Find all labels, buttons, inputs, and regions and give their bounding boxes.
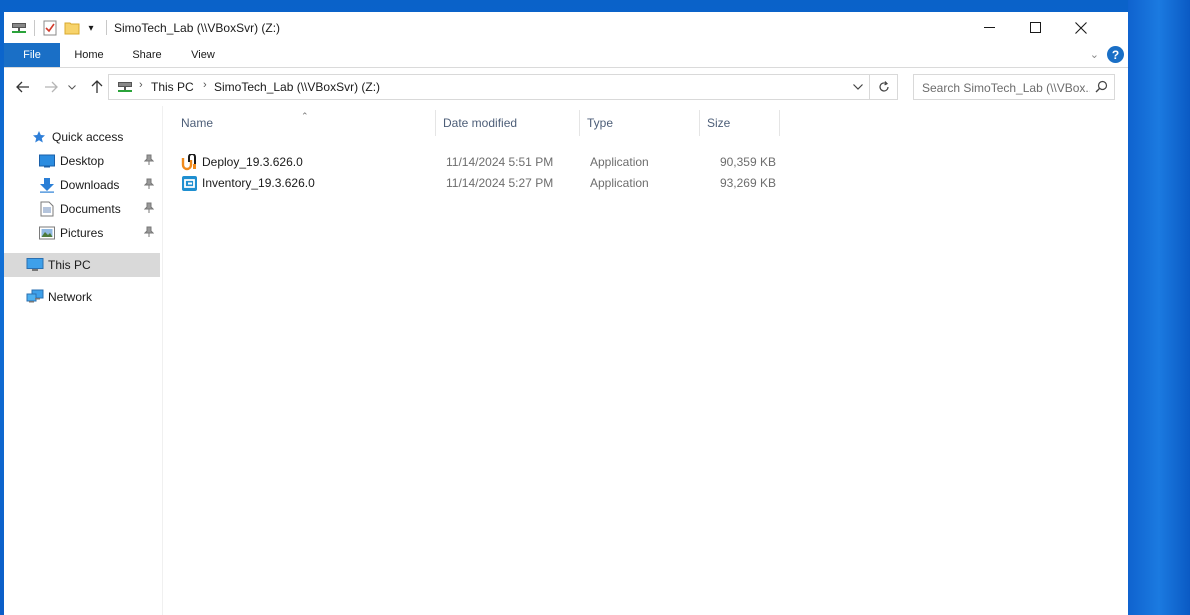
ribbon-right-controls: ⌄ ?: [1090, 46, 1124, 63]
network-drive-icon: [10, 19, 28, 37]
file-type: Application: [590, 176, 649, 190]
file-row[interactable]: Deploy_19.3.626.0 11/14/2024 5:51 PM App…: [174, 152, 794, 173]
network-icon: [26, 288, 44, 306]
pin-icon[interactable]: [143, 202, 155, 217]
title-bar: ▾ SimoTech_Lab (\\VBoxSvr) (Z:): [4, 12, 1128, 43]
column-header-size[interactable]: Size: [700, 110, 780, 136]
file-size: 93,269 KB: [719, 176, 776, 190]
up-button[interactable]: [88, 78, 106, 96]
download-icon: [38, 176, 56, 194]
toolbar-separator: [34, 20, 35, 36]
address-bar[interactable]: › This PC › SimoTech_Lab (\\VBoxSvr) (Z:…: [108, 74, 870, 100]
star-icon: [30, 128, 48, 146]
pin-icon[interactable]: [143, 178, 155, 193]
nav-desktop[interactable]: Desktop: [4, 149, 160, 173]
search-icon[interactable]: [1095, 80, 1108, 96]
properties-icon[interactable]: [41, 19, 59, 37]
column-label: Size: [707, 116, 731, 130]
pin-icon[interactable]: [143, 154, 155, 169]
nav-label: This PC: [48, 258, 91, 272]
nav-label: Pictures: [60, 226, 104, 240]
computer-icon: [26, 256, 44, 274]
minimize-button[interactable]: [966, 12, 1012, 43]
file-name[interactable]: Inventory_19.3.626.0: [202, 173, 315, 194]
maximize-button[interactable]: [1012, 12, 1058, 43]
column-label: Type: [587, 116, 614, 130]
nav-label: Documents: [60, 202, 121, 216]
address-dropdown-icon[interactable]: [851, 79, 865, 95]
nav-network[interactable]: Network: [4, 285, 160, 309]
network-drive-icon: [117, 80, 133, 97]
column-label: Date modified: [443, 116, 518, 130]
window-title: SimoTech_Lab (\\VBoxSvr) (Z:): [114, 21, 281, 35]
nav-pictures[interactable]: Pictures: [4, 221, 160, 245]
breadcrumb-chevron-icon[interactable]: ›: [203, 79, 207, 91]
file-date-modified: 11/14/2024 5:27 PM: [446, 176, 554, 190]
sort-ascending-icon: ⌃: [301, 111, 309, 121]
column-header-type[interactable]: Type: [580, 110, 700, 136]
file-size: 90,359 KB: [719, 155, 776, 169]
file-date-modified: 11/14/2024 5:51 PM: [446, 155, 554, 169]
search-box[interactable]: Search SimoTech_Lab (\\VBox...: [913, 74, 1115, 100]
explorer-window: ▾ SimoTech_Lab (\\VBoxSvr) (Z:) File Hom…: [4, 12, 1128, 615]
nav-label: Quick access: [52, 130, 124, 144]
breadcrumb-current-folder[interactable]: SimoTech_Lab (\\VBoxSvr) (Z:): [214, 80, 380, 94]
column-header-date-modified[interactable]: Date modified: [436, 110, 580, 136]
tab-share[interactable]: Share: [124, 43, 170, 67]
tab-home[interactable]: Home: [66, 43, 112, 67]
pictures-icon: [38, 224, 56, 242]
desktop-edge: [1128, 0, 1190, 615]
inventory-app-icon: [181, 175, 198, 192]
recent-locations-chevron-icon[interactable]: [66, 78, 78, 96]
close-button[interactable]: [1058, 12, 1104, 43]
column-label: Name: [181, 116, 214, 130]
file-name[interactable]: Deploy_19.3.626.0: [202, 152, 303, 173]
pin-icon[interactable]: [143, 226, 155, 241]
quick-access-toolbar: ▾: [10, 18, 97, 38]
nav-documents[interactable]: Documents: [4, 197, 160, 221]
search-input[interactable]: Search SimoTech_Lab (\\VBox...: [922, 81, 1090, 95]
ribbon-tabs: File Home Share View ⌄ ?: [4, 43, 1128, 68]
nav-label: Desktop: [60, 154, 105, 168]
back-button[interactable]: [14, 78, 32, 96]
deploy-app-icon: [181, 153, 198, 171]
nav-this-pc[interactable]: This PC: [4, 253, 160, 277]
file-list: ⌃ Name Date modified Type Size Deploy_19…: [174, 106, 1128, 615]
nav-label: Network: [48, 290, 93, 304]
navigation-bar: › This PC › SimoTech_Lab (\\VBoxSvr) (Z:…: [4, 68, 1128, 106]
tab-view[interactable]: View: [180, 43, 226, 67]
column-header-name[interactable]: ⌃ Name: [174, 110, 436, 136]
desktop-icon: [38, 152, 56, 170]
title-separator: [106, 20, 107, 35]
file-row[interactable]: Inventory_19.3.626.0 11/14/2024 5:27 PM …: [174, 173, 794, 194]
file-type: Application: [590, 155, 649, 169]
nav-quick-access[interactable]: Quick access: [4, 125, 160, 149]
tab-file[interactable]: File: [4, 43, 60, 67]
navigation-pane: Quick access Desktop Downloads Documents: [4, 106, 163, 615]
nav-downloads[interactable]: Downloads: [4, 173, 160, 197]
expand-ribbon-chevron-icon[interactable]: ⌄: [1090, 48, 1099, 61]
help-icon[interactable]: ?: [1107, 46, 1124, 63]
new-folder-icon[interactable]: [63, 19, 81, 37]
refresh-button[interactable]: [870, 74, 898, 100]
forward-button[interactable]: [42, 78, 60, 96]
breadcrumb-this-pc[interactable]: This PC: [151, 80, 194, 94]
customize-toolbar-chevron-icon[interactable]: ▾: [85, 19, 97, 37]
nav-label: Downloads: [60, 178, 120, 192]
breadcrumb-chevron-icon[interactable]: ›: [139, 79, 143, 91]
documents-icon: [38, 200, 56, 218]
